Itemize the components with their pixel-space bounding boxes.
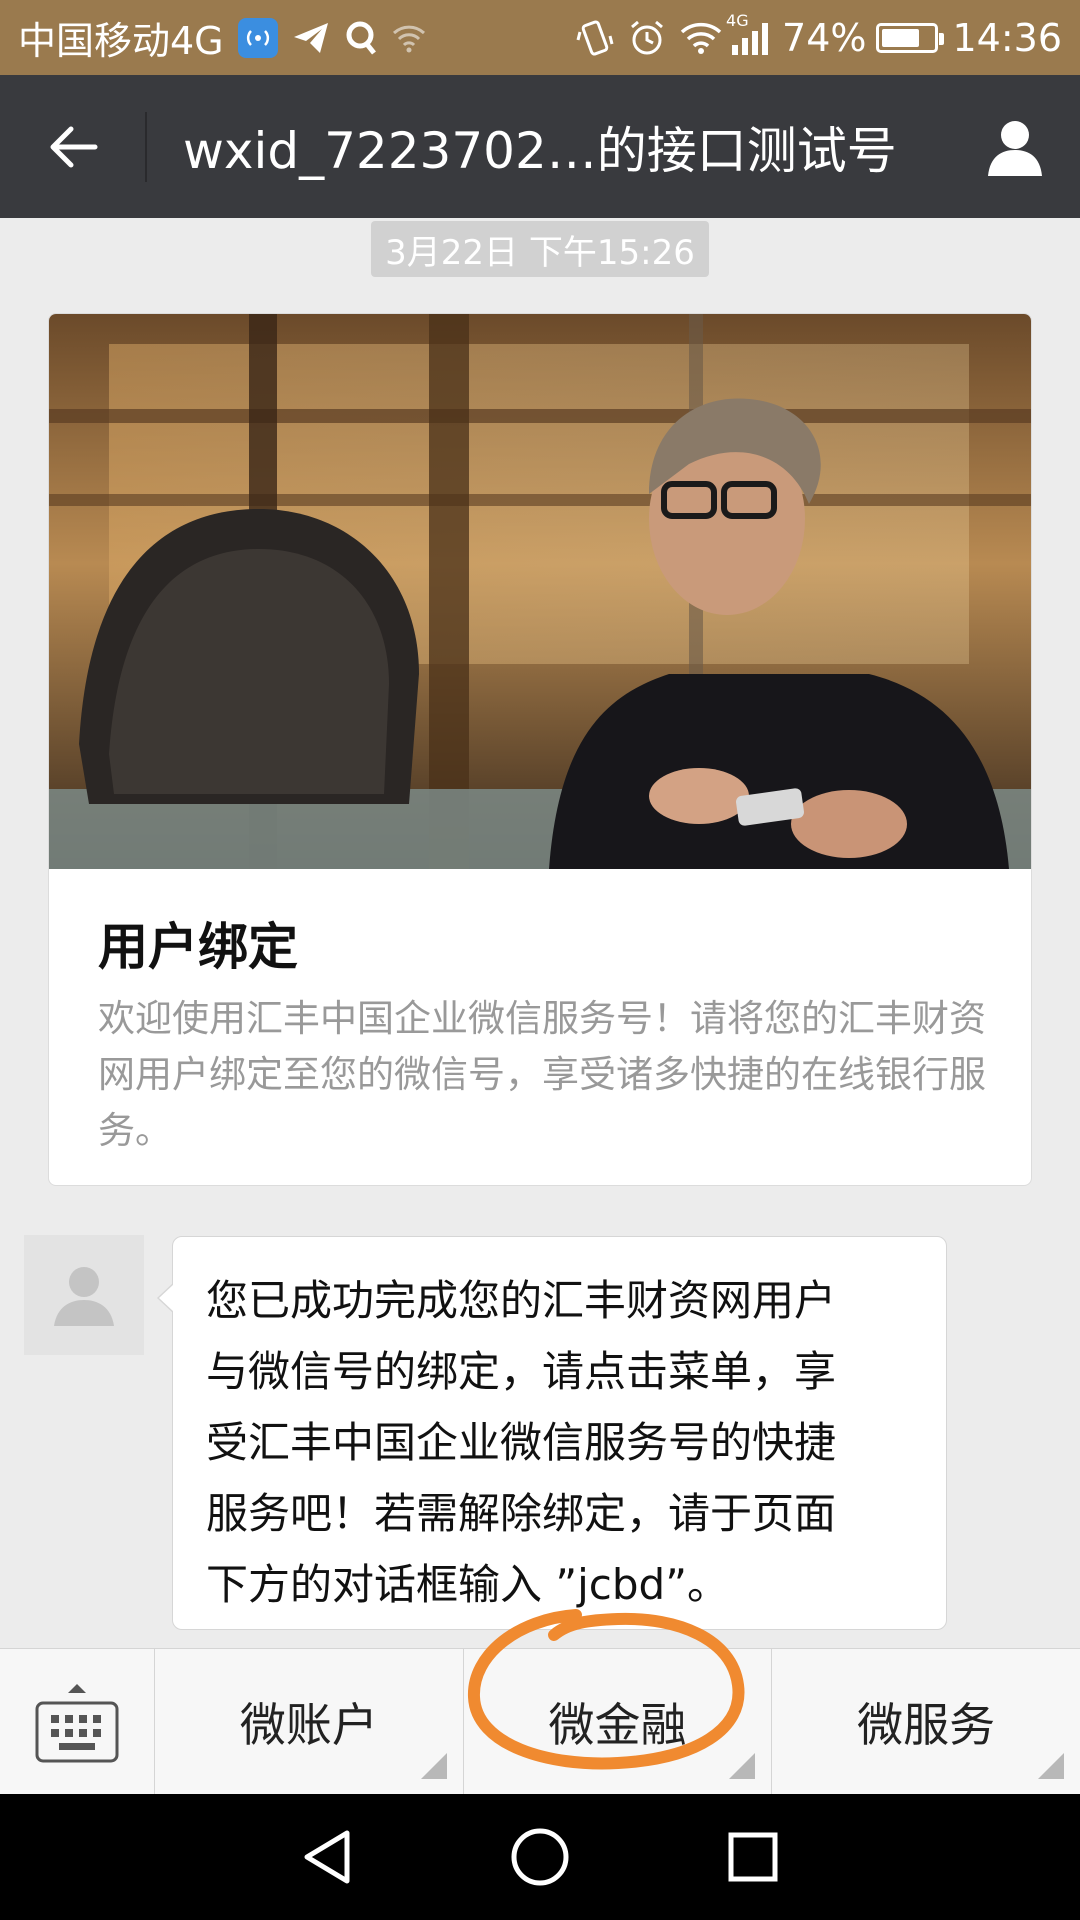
submenu-indicator-icon bbox=[729, 1753, 756, 1779]
message-line: 与微信号的绑定，请点击菜单，享 bbox=[206, 1347, 837, 1396]
menu-item-micro-account[interactable]: 微账户 bbox=[155, 1649, 464, 1795]
chat-title: wxid_7223702…的接口测试号 bbox=[183, 121, 897, 180]
message-line: 下方的对话框输入 ”jcbd”。 bbox=[206, 1560, 729, 1609]
service-menu-bar: 微账户 微金融 微服务 bbox=[0, 1648, 1080, 1795]
profile-button[interactable] bbox=[950, 75, 1080, 218]
arrow-left-icon bbox=[50, 126, 97, 167]
wifi-weak-icon bbox=[392, 23, 426, 53]
menu-item-label: 微金融 bbox=[548, 1698, 687, 1752]
back-button[interactable] bbox=[0, 75, 145, 218]
message-timestamp: 3月22日 下午15:26 bbox=[371, 221, 709, 277]
carrier-label: 中国移动4G bbox=[18, 19, 224, 63]
qq-icon bbox=[344, 19, 378, 57]
battery-fill bbox=[882, 28, 920, 47]
message-line: 您已成功完成您的汇丰财资网用户 bbox=[206, 1276, 837, 1325]
back-triangle-icon bbox=[304, 1830, 350, 1884]
chat-header: wxid_7223702…的接口测试号 bbox=[0, 75, 1080, 218]
submenu-indicator-icon bbox=[1038, 1753, 1065, 1779]
home-circle-icon bbox=[511, 1828, 569, 1886]
system-home-button[interactable] bbox=[500, 1817, 580, 1897]
person-icon bbox=[988, 120, 1042, 176]
system-recents-button[interactable] bbox=[713, 1817, 793, 1897]
keyboard-toggle-button[interactable] bbox=[0, 1649, 155, 1795]
menu-item-label: 微账户 bbox=[239, 1698, 378, 1752]
article-card[interactable]: 用户绑定 欢迎使用汇丰中国企业微信服务号！请将您的汇丰财资网用户绑定至您的微信号… bbox=[48, 313, 1032, 1186]
hotspot-icon bbox=[237, 17, 278, 58]
submenu-indicator-icon bbox=[420, 1753, 447, 1779]
message-line: 受汇丰中国企业微信服务号的快捷 bbox=[206, 1418, 837, 1467]
vibrate-icon bbox=[576, 18, 614, 58]
sender-avatar[interactable] bbox=[24, 1235, 144, 1355]
article-cover-image bbox=[49, 314, 1031, 869]
recents-square-icon bbox=[728, 1832, 778, 1882]
battery-percent: 74% bbox=[782, 15, 867, 60]
system-back-button[interactable] bbox=[287, 1817, 367, 1897]
article-title: 用户绑定 bbox=[98, 918, 298, 976]
menu-item-micro-service[interactable]: 微服务 bbox=[772, 1649, 1080, 1795]
message-line: 服务吧！若需解除绑定，请于页面 bbox=[206, 1489, 837, 1538]
chevron-up-icon bbox=[68, 1684, 86, 1693]
clock: 14:36 bbox=[952, 15, 1062, 60]
system-navigation-bar bbox=[0, 1794, 1080, 1920]
signal-icon: 4G bbox=[726, 11, 769, 55]
default-avatar-icon bbox=[54, 1267, 114, 1326]
menu-item-label: 微服务 bbox=[857, 1698, 996, 1752]
menu-item-micro-finance[interactable]: 微金融 bbox=[464, 1649, 773, 1795]
keyboard-icon bbox=[35, 1701, 119, 1763]
alarm-icon bbox=[628, 19, 666, 57]
wifi-icon bbox=[680, 21, 722, 55]
network-tag: 4G bbox=[726, 10, 749, 30]
telegram-icon bbox=[292, 21, 330, 55]
article-description: 欢迎使用汇丰中国企业微信服务号！请将您的汇丰财资网用户绑定至您的微信号，享受诸多… bbox=[98, 997, 986, 1152]
status-bar: 中国移动4G 4G 74% 14:36 bbox=[0, 0, 1080, 75]
battery-icon bbox=[876, 22, 945, 53]
message-bubble[interactable]: 您已成功完成您的汇丰财资网用户 与微信号的绑定，请点击菜单，享 受汇丰中国企业微… bbox=[157, 1236, 947, 1630]
